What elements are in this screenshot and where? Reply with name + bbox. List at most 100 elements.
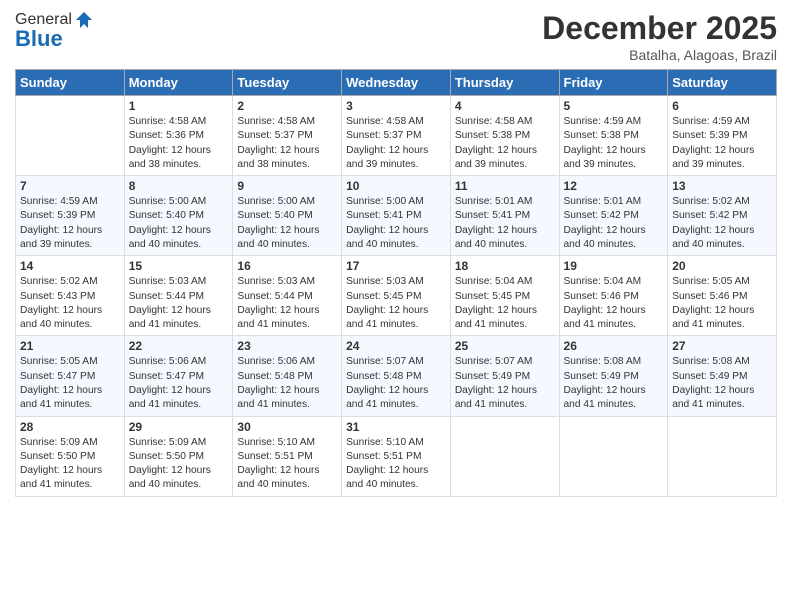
day-detail-line: and 41 minutes.	[237, 399, 310, 410]
day-detail-line: Daylight: 12 hours	[672, 225, 754, 236]
day-detail-line: Daylight: 12 hours	[672, 305, 754, 316]
day-detail-line: Sunrise: 5:00 AM	[237, 196, 315, 207]
day-detail-line: Daylight: 12 hours	[564, 385, 646, 396]
calendar-cell: 2 Sunrise: 4:58 AMSunset: 5:37 PMDaylight…	[233, 96, 342, 176]
day-detail: Sunrise: 5:01 AMSunset: 5:42 PMDaylight:…	[564, 195, 664, 252]
day-detail-line: and 40 minutes.	[129, 239, 202, 250]
day-number: 7	[20, 179, 120, 193]
day-detail: Sunrise: 5:04 AMSunset: 5:46 PMDaylight:…	[564, 275, 664, 332]
day-detail-line: and 40 minutes.	[672, 239, 745, 250]
day-detail-line: Sunset: 5:49 PM	[455, 371, 530, 382]
day-detail-line: Daylight: 12 hours	[672, 385, 754, 396]
day-detail-line: Sunset: 5:47 PM	[20, 371, 95, 382]
day-detail-line: Daylight: 12 hours	[346, 305, 428, 316]
header-row-days: SundayMondayTuesdayWednesdayThursdayFrid…	[16, 70, 777, 96]
day-detail-line: Daylight: 12 hours	[455, 225, 537, 236]
calendar-cell: 7Sunrise: 4:59 AMSunset: 5:39 PMDaylight…	[16, 176, 125, 256]
day-detail: Sunrise: 4:58 AMSunset: 5:37 PMDaylight:…	[237, 115, 337, 172]
day-detail-line: Sunset: 5:45 PM	[455, 291, 530, 302]
day-detail-line: and 41 minutes.	[237, 319, 310, 330]
day-detail-line: Daylight: 12 hours	[346, 465, 428, 476]
day-detail: Sunrise: 5:10 AMSunset: 5:51 PMDaylight:…	[237, 436, 337, 493]
day-detail-line: Daylight: 12 hours	[672, 145, 754, 156]
calendar-cell	[668, 416, 777, 496]
day-number: 2	[237, 99, 337, 113]
day-detail-line: and 41 minutes.	[672, 399, 745, 410]
day-number: 1	[129, 99, 229, 113]
day-detail: Sunrise: 4:58 AMSunset: 5:36 PMDaylight:…	[129, 115, 229, 172]
day-detail: Sunrise: 4:58 AMSunset: 5:38 PMDaylight:…	[455, 115, 555, 172]
day-number: 9	[237, 179, 337, 193]
calendar-cell: 16Sunrise: 5:03 AMSunset: 5:44 PMDayligh…	[233, 256, 342, 336]
day-number: 26	[564, 339, 664, 353]
day-detail-line: Sunset: 5:40 PM	[129, 210, 204, 221]
day-detail-line: Sunrise: 5:00 AM	[346, 196, 424, 207]
day-detail-line: and 40 minutes.	[237, 479, 310, 490]
day-detail-line: Sunrise: 4:59 AM	[564, 116, 642, 127]
day-detail-line: Daylight: 12 hours	[455, 305, 537, 316]
day-detail-line: Sunrise: 5:07 AM	[346, 356, 424, 367]
day-detail: Sunrise: 5:08 AMSunset: 5:49 PMDaylight:…	[672, 355, 772, 412]
day-detail: Sunrise: 5:08 AMSunset: 5:49 PMDaylight:…	[564, 355, 664, 412]
calendar-week-5: 28 Sunrise: 5:09 AMSunset: 5:50 PMDayligh…	[16, 416, 777, 496]
day-detail-line: Sunrise: 4:58 AM	[129, 116, 207, 127]
day-detail-line: Sunset: 5:42 PM	[564, 210, 639, 221]
day-detail-line: Daylight: 12 hours	[129, 385, 211, 396]
day-number: 25	[455, 339, 555, 353]
day-detail-line: Daylight: 12 hours	[20, 305, 102, 316]
day-detail-line: and 39 minutes.	[455, 159, 528, 170]
day-detail-line: Daylight: 12 hours	[237, 465, 319, 476]
day-detail-line: and 41 minutes.	[455, 319, 528, 330]
day-detail-line: and 40 minutes.	[346, 239, 419, 250]
calendar-cell: 14Sunrise: 5:02 AMSunset: 5:43 PMDayligh…	[16, 256, 125, 336]
day-detail-line: and 40 minutes.	[20, 319, 93, 330]
day-detail-line: and 41 minutes.	[20, 479, 93, 490]
day-number: 17	[346, 259, 446, 273]
logo: General Blue	[15, 10, 94, 52]
location: Batalha, Alagoas, Brazil	[542, 47, 777, 63]
weekday-header-saturday: Saturday	[668, 70, 777, 96]
day-detail-line: Sunset: 5:49 PM	[564, 371, 639, 382]
day-detail-line: Daylight: 12 hours	[237, 385, 319, 396]
day-detail-line: Sunset: 5:51 PM	[346, 451, 421, 462]
calendar-cell: 20Sunrise: 5:05 AMSunset: 5:46 PMDayligh…	[668, 256, 777, 336]
day-detail: Sunrise: 5:01 AMSunset: 5:41 PMDaylight:…	[455, 195, 555, 252]
day-detail-line: Sunrise: 5:04 AM	[564, 276, 642, 287]
day-detail-line: Sunset: 5:50 PM	[20, 451, 95, 462]
day-detail-line: and 39 minutes.	[346, 159, 419, 170]
day-detail-line: Sunrise: 5:03 AM	[237, 276, 315, 287]
day-detail: Sunrise: 5:06 AMSunset: 5:47 PMDaylight:…	[129, 355, 229, 412]
day-detail-line: Sunset: 5:37 PM	[237, 130, 312, 141]
weekday-header-wednesday: Wednesday	[342, 70, 451, 96]
day-detail-line: Daylight: 12 hours	[129, 225, 211, 236]
calendar-cell: 4Sunrise: 4:58 AMSunset: 5:38 PMDaylight…	[450, 96, 559, 176]
day-detail-line: Sunset: 5:39 PM	[20, 210, 95, 221]
day-detail-line: Sunrise: 5:01 AM	[564, 196, 642, 207]
day-detail: Sunrise: 4:59 AMSunset: 5:38 PMDaylight:…	[564, 115, 664, 172]
day-detail-line: Sunrise: 5:06 AM	[129, 356, 207, 367]
day-detail-line: Sunset: 5:44 PM	[129, 291, 204, 302]
day-detail: Sunrise: 4:59 AMSunset: 5:39 PMDaylight:…	[672, 115, 772, 172]
day-number: 11	[455, 179, 555, 193]
logo-icon	[74, 10, 94, 30]
day-detail-line: Sunrise: 5:10 AM	[346, 437, 424, 448]
day-number: 28	[20, 420, 120, 434]
day-detail-line: Sunset: 5:40 PM	[237, 210, 312, 221]
calendar-week-4: 21Sunrise: 5:05 AMSunset: 5:47 PMDayligh…	[16, 336, 777, 416]
calendar-cell: 25Sunrise: 5:07 AMSunset: 5:49 PMDayligh…	[450, 336, 559, 416]
calendar-cell: 11 Sunrise: 5:01 AMSunset: 5:41 PMDayligh…	[450, 176, 559, 256]
day-number: 12	[564, 179, 664, 193]
day-detail: Sunrise: 5:09 AMSunset: 5:50 PMDaylight:…	[129, 436, 229, 493]
day-detail-line: and 41 minutes.	[564, 319, 637, 330]
day-detail-line: and 40 minutes.	[346, 479, 419, 490]
day-detail-line: and 41 minutes.	[672, 319, 745, 330]
weekday-header-friday: Friday	[559, 70, 668, 96]
month-title: December 2025	[542, 10, 777, 47]
day-number: 16	[237, 259, 337, 273]
day-detail-line: Sunset: 5:41 PM	[455, 210, 530, 221]
day-number: 6	[672, 99, 772, 113]
day-detail: Sunrise: 5:09 AMSunset: 5:50 PMDaylight:…	[20, 436, 120, 493]
day-detail-line: and 40 minutes.	[237, 239, 310, 250]
day-detail-line: Sunset: 5:46 PM	[564, 291, 639, 302]
calendar-cell: 26 Sunrise: 5:08 AMSunset: 5:49 PMDayligh…	[559, 336, 668, 416]
